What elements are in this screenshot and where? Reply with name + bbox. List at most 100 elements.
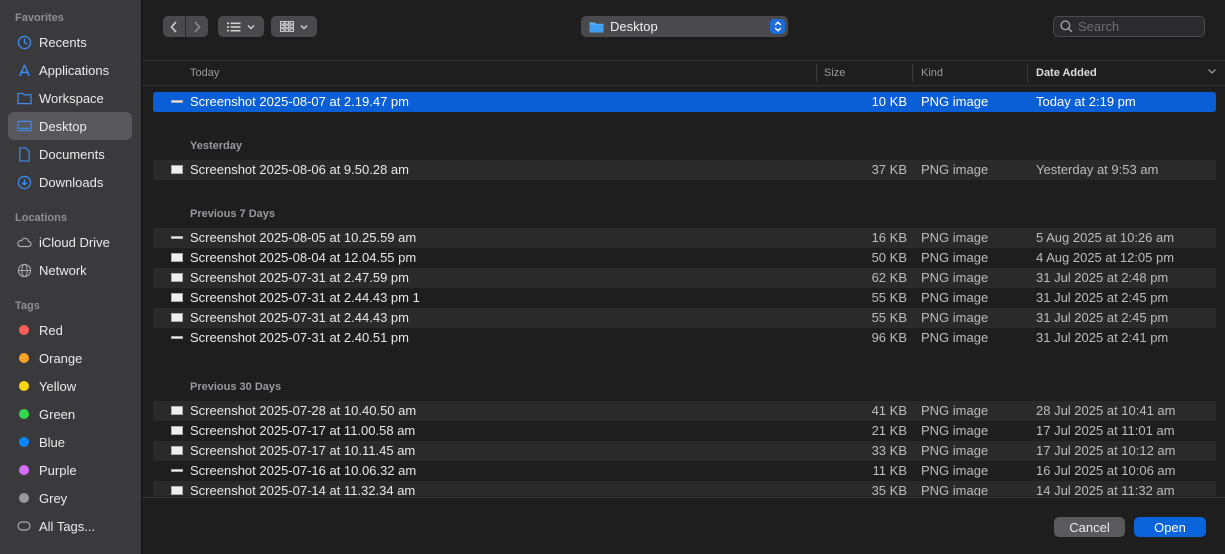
download-icon: [16, 174, 32, 190]
file-thumbnail-icon: [171, 273, 183, 282]
file-thumbnail-icon: [171, 446, 183, 455]
location-popup[interactable]: Desktop: [581, 16, 788, 37]
nav-buttons: [163, 16, 208, 37]
file-row[interactable]: Screenshot 2025-07-16 at 10.06.32 am 11 …: [153, 461, 1216, 481]
file-thumbnail-icon: [171, 336, 183, 339]
document-icon: [16, 146, 32, 162]
search-input[interactable]: [1078, 19, 1198, 34]
file-name: Screenshot 2025-08-05 at 10.25.59 am: [190, 230, 417, 245]
file-row[interactable]: Screenshot 2025-07-28 at 10.40.50 am 41 …: [153, 401, 1216, 421]
sidebar-item-label: Workspace: [39, 90, 104, 106]
file-row[interactable]: Screenshot 2025-07-31 at 2.40.51 pm 96 K…: [153, 328, 1216, 348]
file-row[interactable]: Screenshot 2025-07-17 at 10.11.45 am 33 …: [153, 441, 1216, 461]
sidebar-item-downloads[interactable]: Downloads: [8, 168, 132, 196]
folder-icon: [16, 90, 32, 106]
sidebar-item-icloud-drive[interactable]: iCloud Drive: [8, 228, 132, 256]
file-date-added: Yesterday at 9:53 am: [1036, 162, 1159, 177]
file-thumbnail-icon: [171, 293, 183, 302]
forward-button[interactable]: [186, 16, 208, 37]
sidebar-item-label: Network: [39, 262, 87, 278]
list-view-button[interactable]: [218, 16, 264, 37]
file-name: Screenshot 2025-07-14 at 11.32.34 am: [190, 483, 416, 496]
cloud-icon: [16, 234, 32, 250]
file-name: Screenshot 2025-08-06 at 9.50.28 am: [190, 162, 409, 177]
sidebar-item-tag-orange[interactable]: Orange: [8, 344, 132, 372]
column-header-kind[interactable]: Kind: [921, 67, 943, 79]
column-header-bar: Today Size Kind Date Added: [143, 60, 1225, 86]
sidebar-item-label: Downloads: [39, 174, 104, 190]
sidebar-item-label: Applications: [39, 62, 110, 78]
file-name: Screenshot 2025-07-31 at 2.44.43 pm: [190, 310, 409, 325]
sidebar-item-all-tags[interactable]: All Tags...: [8, 512, 132, 540]
file-row[interactable]: Screenshot 2025-07-14 at 11.32.34 am 35 …: [153, 481, 1216, 496]
file-row[interactable]: Screenshot 2025-07-17 at 11.00.58 am 21 …: [153, 421, 1216, 441]
file-row[interactable]: Screenshot 2025-07-31 at 2.47.59 pm 62 K…: [153, 268, 1216, 288]
file-date-added: 17 Jul 2025 at 11:01 am: [1036, 423, 1175, 438]
sidebar-item-label: Documents: [39, 146, 105, 162]
file-name: Screenshot 2025-07-31 at 2.44.43 pm 1: [190, 290, 420, 305]
column-header-name[interactable]: Today: [190, 67, 219, 79]
back-button[interactable]: [163, 16, 185, 37]
file-size: 50 KB: [871, 250, 907, 265]
file-kind: PNG image: [921, 403, 989, 418]
file-size: 33 KB: [871, 443, 907, 458]
file-date-added: 31 Jul 2025 at 2:45 pm: [1036, 310, 1169, 325]
sidebar-item-label: Yellow: [39, 378, 77, 394]
sidebar-item-network[interactable]: Network: [8, 256, 132, 284]
file-row[interactable]: Screenshot 2025-07-31 at 2.44.43 pm 1 55…: [153, 288, 1216, 308]
red-tag-dot-icon: [19, 325, 29, 335]
file-size: 62 KB: [871, 270, 907, 285]
column-header-size[interactable]: Size: [824, 67, 845, 79]
purple-tag-dot-icon: [19, 465, 29, 475]
sidebar-item-label: Orange: [39, 350, 83, 366]
file-kind: PNG image: [921, 162, 989, 177]
file-thumbnail-icon: [171, 253, 183, 262]
file-kind: PNG image: [921, 463, 989, 478]
sidebar-item-desktop[interactable]: Desktop: [8, 112, 132, 140]
file-row[interactable]: Screenshot 2025-08-06 at 9.50.28 am 37 K…: [153, 160, 1216, 180]
file-row[interactable]: Screenshot 2025-07-31 at 2.44.43 pm 55 K…: [153, 308, 1216, 328]
group-view-button[interactable]: [271, 16, 317, 37]
file-date-added: 5 Aug 2025 at 10:26 am: [1036, 230, 1175, 245]
file-name: Screenshot 2025-07-17 at 10.11.45 am: [190, 443, 416, 458]
open-button[interactable]: Open: [1134, 517, 1206, 537]
search-field[interactable]: [1053, 16, 1205, 37]
sidebar-item-tag-blue[interactable]: Blue: [8, 428, 132, 456]
group-header-previous-30-days: Previous 30 Days: [190, 381, 282, 393]
file-kind: PNG image: [921, 94, 989, 109]
cancel-button[interactable]: Cancel: [1054, 517, 1125, 537]
file-size: 55 KB: [871, 310, 907, 325]
sidebar-item-recents[interactable]: Recents: [8, 28, 132, 56]
sidebar-item-tag-green[interactable]: Green: [8, 400, 132, 428]
sort-chevron-icon[interactable]: [1207, 66, 1217, 78]
file-size: 10 KB: [871, 94, 907, 109]
tag-outline-icon: [16, 518, 32, 534]
column-header-date-added[interactable]: Date Added: [1036, 67, 1097, 79]
file-row[interactable]: Screenshot 2025-08-05 at 10.25.59 am 16 …: [153, 228, 1216, 248]
file-size: 55 KB: [871, 290, 907, 305]
sidebar-item-workspace[interactable]: Workspace: [8, 84, 132, 112]
sidebar-item-label: Desktop: [39, 118, 87, 134]
sidebar-item-documents[interactable]: Documents: [8, 140, 132, 168]
file-size: 11 KB: [872, 463, 907, 478]
sidebar-item-label: Grey: [39, 490, 68, 506]
dialog-footer: Cancel Open: [143, 497, 1225, 554]
sidebar-item-tag-yellow[interactable]: Yellow: [8, 372, 132, 400]
file-size: 96 KB: [871, 330, 907, 345]
sidebar-item-tag-purple[interactable]: Purple: [8, 456, 132, 484]
group-header-previous-7-days: Previous 7 Days: [190, 208, 275, 220]
favorites-heading: Favorites: [15, 12, 64, 24]
sidebar-item-tag-red[interactable]: Red: [8, 316, 132, 344]
sidebar: Favorites Recents Applications Workspace…: [0, 0, 142, 554]
clock-icon: [16, 34, 32, 50]
file-kind: PNG image: [921, 270, 989, 285]
file-size: 16 KB: [871, 230, 907, 245]
file-row[interactable]: Screenshot 2025-08-04 at 12.04.55 pm 50 …: [153, 248, 1216, 268]
file-date-added: 14 Jul 2025 at 11:32 am: [1036, 483, 1175, 496]
file-thumbnail-icon: [171, 426, 183, 435]
file-name: Screenshot 2025-07-31 at 2.47.59 pm: [190, 270, 409, 285]
sidebar-item-tag-grey[interactable]: Grey: [8, 484, 132, 512]
sidebar-item-applications[interactable]: Applications: [8, 56, 132, 84]
file-thumbnail-icon: [171, 469, 183, 472]
file-row[interactable]: Screenshot 2025-08-07 at 2.19.47 pm 10 K…: [153, 92, 1216, 112]
